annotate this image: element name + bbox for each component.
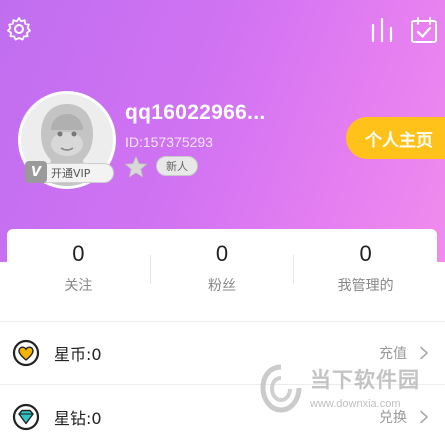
stat-following[interactable]: 0 关注 — [7, 229, 150, 306]
checkin-button[interactable] — [410, 16, 438, 44]
heart-coin-icon — [12, 339, 40, 367]
exchange-link[interactable]: 兑换 — [379, 407, 407, 427]
stat-label: 我管理的 — [337, 277, 394, 294]
star-icon — [124, 155, 148, 178]
vip-badge-label: 开通VIP — [51, 167, 91, 180]
personal-homepage-button[interactable]: 个人主页 — [346, 117, 445, 159]
star-coin-row[interactable]: 星币:0 充值 — [0, 321, 445, 385]
stat-fans[interactable]: 0 粉丝 — [151, 229, 294, 306]
open-vip-badge[interactable]: V 开通VIP — [25, 161, 114, 183]
stat-value: 0 — [215, 240, 229, 266]
stat-value: 0 — [359, 240, 372, 266]
stat-managed[interactable]: 0 我管理的 — [294, 229, 437, 306]
star-diamond-label: 星钻:0 — [54, 409, 102, 428]
chevron-right-icon — [420, 410, 428, 424]
settings-button[interactable] — [6, 16, 32, 42]
diamond-icon — [12, 403, 40, 431]
avatar-container[interactable]: V 开通VIP — [18, 91, 116, 189]
recharge-link[interactable]: 充值 — [379, 343, 407, 363]
level-tag: 新人 — [156, 156, 198, 176]
star-diamond-row[interactable]: 星钻:0 兑换 — [0, 385, 445, 433]
stats-button[interactable] — [368, 17, 396, 43]
stat-value: 0 — [72, 240, 85, 266]
bar-chart-icon — [371, 17, 393, 43]
chevron-right-icon — [420, 346, 428, 360]
stat-label: 粉丝 — [208, 277, 236, 294]
gear-icon — [7, 17, 31, 41]
stat-label: 关注 — [64, 277, 93, 294]
calendar-check-icon — [411, 17, 437, 43]
vip-icon: V — [25, 161, 47, 183]
user-id: ID:157375293 — [125, 134, 213, 150]
username: qq16022966... — [125, 101, 266, 124]
stats-card: 0 关注 0 粉丝 0 我管理的 — [7, 229, 437, 306]
star-coin-label: 星币:0 — [54, 345, 102, 364]
section-gap — [0, 306, 445, 320]
